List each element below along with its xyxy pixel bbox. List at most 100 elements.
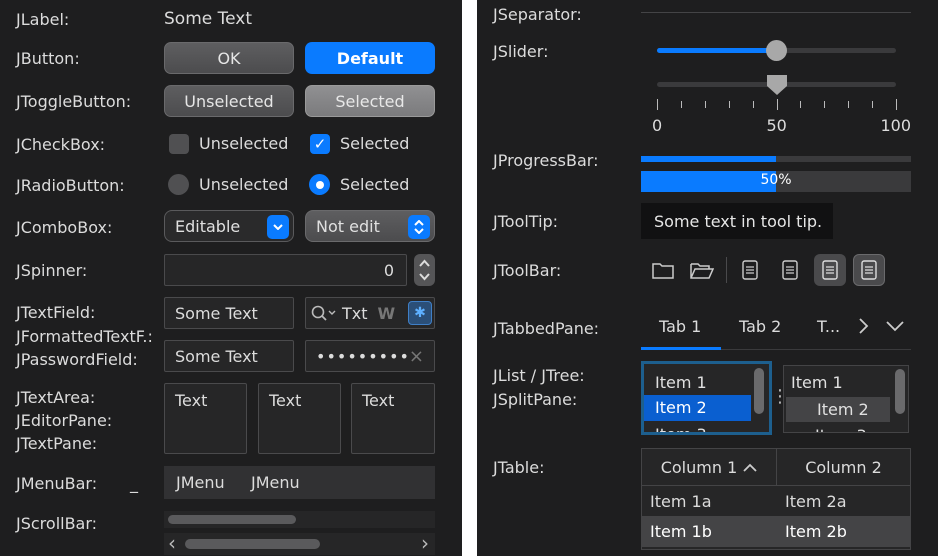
table[interactable]: Column 1 Column 2 Item 1a Item 2a Item 1… — [641, 448, 911, 550]
document-icon-2[interactable] — [774, 254, 806, 286]
label-jlist-jtree: JList / JTree: — [493, 366, 585, 385]
updown-arrows-icon[interactable] — [408, 215, 430, 239]
slider-tick-mark — [776, 99, 778, 110]
scroll-right-arrow-icon[interactable]: › — [421, 531, 429, 555]
table-cell-2a[interactable]: Item 2a — [777, 487, 910, 516]
combo-not-editable-value: Not edit — [316, 216, 380, 236]
tab-1-underline — [641, 347, 721, 350]
radio-unselected[interactable] — [168, 174, 189, 195]
left-component-panel: JLabel: Some Text JButton: OK Default JT… — [0, 0, 462, 556]
list-scrollbar-thumb[interactable] — [754, 368, 764, 414]
default-button[interactable]: Default — [305, 42, 435, 74]
toggle-unselected-button[interactable]: Unselected — [164, 85, 294, 117]
label-jscrollbar: JScrollBar: — [16, 514, 98, 533]
ok-button[interactable]: OK — [164, 42, 294, 74]
toggle-selected-button[interactable]: Selected — [305, 85, 435, 117]
list-item-3[interactable]: Item 3 — [644, 422, 754, 432]
tab-baseline — [721, 349, 911, 350]
search-field[interactable]: Txt W ✱ — [305, 297, 435, 329]
checkbox-selected-label: Selected — [340, 134, 410, 153]
match-whole-word-icon[interactable]: W — [378, 304, 396, 323]
editorpane-value: Text — [269, 391, 302, 410]
tree-item-3[interactable]: Item 3 — [784, 423, 894, 432]
textpane[interactable]: Text — [351, 383, 435, 454]
progressbar-1 — [641, 156, 911, 162]
search-icon[interactable] — [310, 304, 336, 322]
label-jtextarea: JTextArea: — [16, 388, 96, 407]
spinner-field[interactable]: 0 — [164, 254, 407, 286]
regex-icon[interactable]: ✱ — [408, 301, 432, 325]
tree-item-1[interactable]: Item 1 — [784, 370, 894, 395]
tree-item-2-selected[interactable]: Item 2 — [786, 397, 890, 422]
table-cell-1a[interactable]: Item 1a — [642, 487, 777, 516]
chevron-down-icon[interactable] — [267, 215, 289, 239]
slider-tick-mark — [680, 101, 682, 108]
checkbox-unselected[interactable] — [169, 134, 189, 154]
scroll-left-arrow-icon[interactable]: ‹ — [168, 531, 176, 555]
label-jtooltip: JToolTip: — [493, 212, 559, 231]
slider-tick-mark — [704, 101, 706, 108]
jlabel-value: Some Text — [164, 9, 252, 29]
spinner-arrows-icon — [419, 259, 430, 281]
right-component-panel: JSeparator: JSlider: 0 50 100 JProgressB… — [477, 0, 938, 556]
progressbar-1-fill — [641, 156, 776, 162]
spinner-buttons[interactable] — [414, 254, 435, 286]
separator — [641, 12, 911, 13]
folder-icon[interactable] — [647, 254, 679, 286]
tree-scrollbar-thumb[interactable] — [895, 369, 905, 414]
table-header-column-2[interactable]: Column 2 — [777, 449, 910, 486]
label-jpasswordfield: JPasswordField: — [16, 350, 138, 369]
column-1-label: Column 1 — [660, 457, 738, 477]
scrollbar-1-thumb[interactable] — [168, 515, 296, 524]
menu-item-jmenu-1[interactable]: JMenu — [176, 473, 225, 492]
open-folder-icon[interactable] — [686, 254, 718, 286]
document-icon-3-selected[interactable] — [814, 254, 846, 286]
table-header-column-1[interactable]: Column 1 — [642, 449, 777, 486]
menu-item-jmenu-2[interactable]: JMenu — [251, 473, 300, 492]
tab-3[interactable]: T... — [817, 317, 840, 336]
scrollbar-2[interactable]: ‹ › — [164, 531, 435, 555]
label-jtable: JTable: — [493, 458, 545, 477]
radio-unselected-label: Unselected — [199, 175, 289, 194]
label-jtogglebutton: JToggleButton: — [16, 92, 132, 111]
scrollbar-1[interactable] — [164, 511, 435, 528]
sort-ascending-icon — [743, 463, 757, 472]
combo-editable[interactable]: Editable — [164, 210, 294, 242]
tooltip: Some text in tool tip. — [641, 203, 833, 239]
label-jprogressbar: JProgressBar: — [493, 151, 599, 170]
tab-1[interactable]: Tab 1 — [659, 317, 701, 336]
editorpane[interactable]: Text — [258, 383, 341, 454]
slider-1-fill — [657, 48, 777, 53]
document-icon-4-selected[interactable] — [853, 254, 885, 286]
label-jformattedtextfield: JFormattedTextF.: — [16, 327, 153, 346]
table-cell-1b[interactable]: Item 1b — [642, 516, 777, 547]
formatted-textfield-value: Some Text — [175, 346, 258, 366]
radio-selected[interactable] — [309, 174, 330, 195]
slider-tick-mark — [848, 101, 850, 108]
chevron-right-icon[interactable] — [857, 316, 871, 341]
document-icon-1[interactable] — [734, 254, 766, 286]
slider-2-thumb[interactable] — [766, 74, 788, 96]
slider-1-thumb[interactable] — [766, 40, 787, 61]
list-item-1[interactable]: Item 1 — [644, 370, 754, 395]
label-jtextpane: JTextPane: — [16, 434, 98, 453]
password-field[interactable]: ••••••••• × — [305, 340, 435, 372]
tree[interactable]: Item 1 Item 2 Item 3 — [783, 365, 909, 433]
scrollbar-2-thumb[interactable] — [185, 539, 320, 549]
list[interactable]: Item 1 Item 2 Item 3 — [641, 361, 772, 435]
search-value: Txt — [342, 303, 368, 323]
chevron-down-icon[interactable] — [885, 318, 905, 338]
slider-tick-mark — [800, 101, 802, 108]
label-jeditorpane: JEditorPane: — [16, 411, 113, 430]
checkbox-selected[interactable]: ✓ — [310, 134, 330, 154]
list-item-2-selected[interactable]: Item 2 — [644, 395, 751, 421]
formatted-textfield[interactable]: Some Text — [164, 340, 294, 372]
combo-not-editable[interactable]: Not edit — [305, 210, 435, 242]
label-jlabel: JLabel: — [16, 10, 70, 29]
slider-tick-mark — [752, 101, 754, 108]
tab-2[interactable]: Tab 2 — [739, 317, 781, 336]
textarea[interactable]: Text — [164, 383, 247, 454]
textfield[interactable]: Some Text — [164, 297, 294, 329]
table-cell-2b[interactable]: Item 2b — [777, 516, 910, 547]
clear-icon[interactable]: × — [409, 346, 424, 367]
